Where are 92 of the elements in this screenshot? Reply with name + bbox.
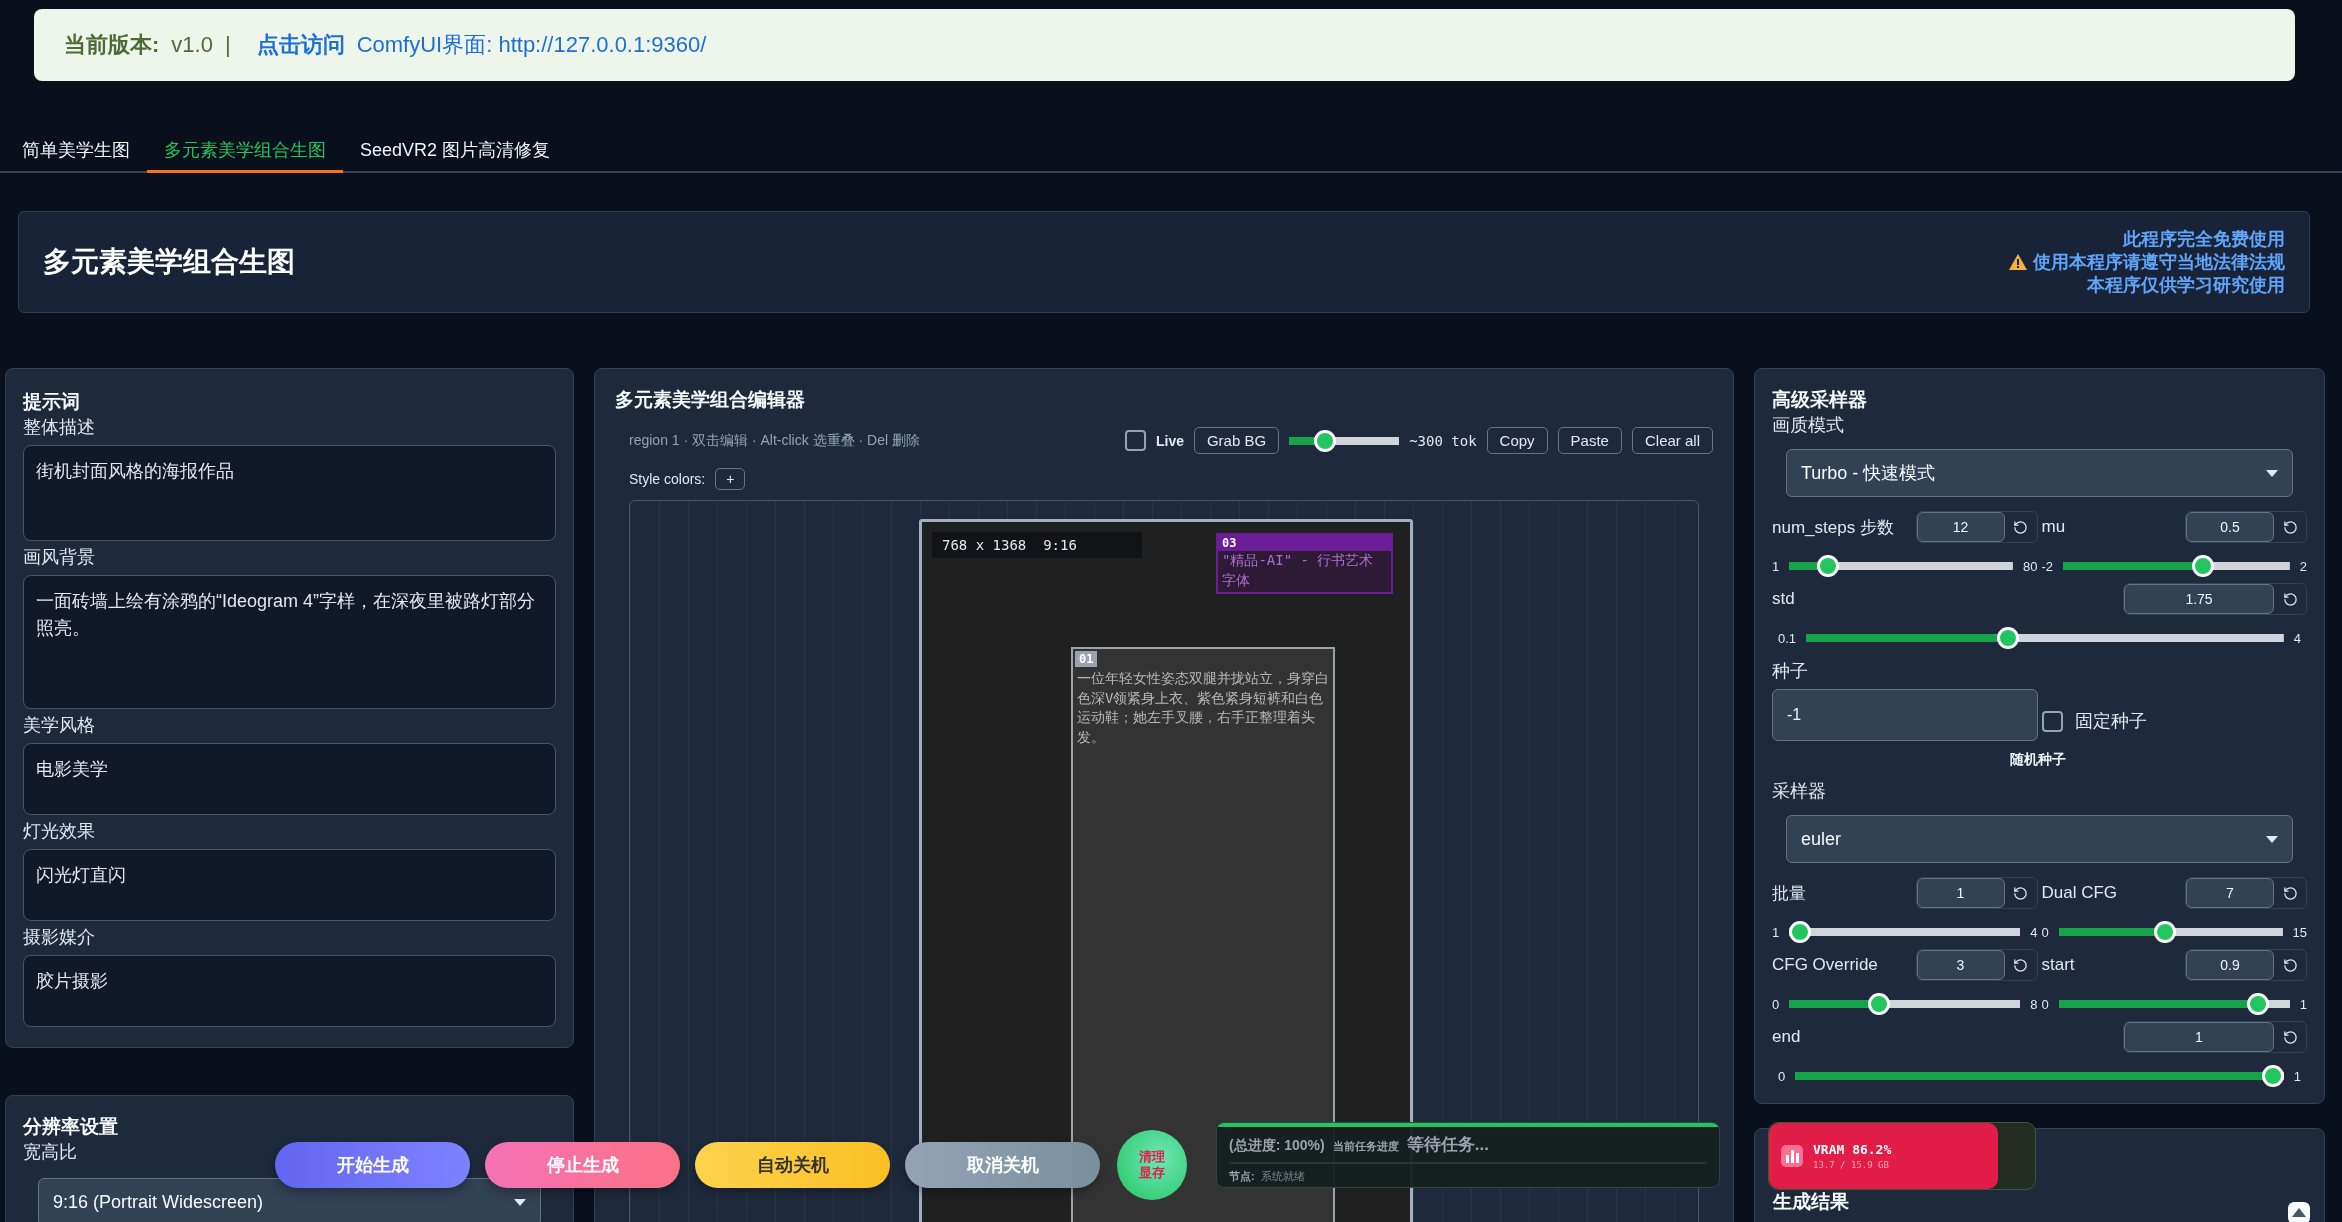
number-input[interactable]: 1	[2124, 1022, 2274, 1052]
slider-max: 8	[2030, 996, 2038, 1012]
number-input[interactable]: 12	[1916, 512, 2005, 542]
tab[interactable]: SeedVR2 图片高清修复	[343, 130, 568, 173]
param-label: std	[1772, 589, 1795, 609]
slider-min: -2	[2041, 558, 2054, 574]
notice-line: 使用本程序请遵守当地法律法规	[2009, 250, 2285, 274]
toolbar-button[interactable]: Paste	[1557, 427, 1622, 454]
field-label: 种子	[1772, 660, 1809, 683]
field-label: 灯光效果	[23, 820, 96, 843]
slider-min: 0	[2041, 996, 2049, 1012]
token-estimate: ~300 tok	[1409, 432, 1477, 449]
notice-line: 此程序完全免费使用	[2123, 227, 2285, 251]
slider-max: 1	[2299, 996, 2307, 1012]
slider-min: 0	[2041, 924, 2049, 940]
toolbar-button[interactable]: Clear all	[1631, 427, 1713, 454]
field-label: 摄影媒介	[23, 926, 96, 949]
panel-title: 提示词	[23, 390, 80, 414]
region-text: 一位年轻女性姿态双腿并拢站立，身穿白色深V领紧身上衣、紫色紧身短裤和白色运动鞋；她左手叉腰，右手正整理着头发。	[1076, 669, 1330, 747]
panel-title: 生成结果	[1771, 1190, 1849, 1214]
slider-min: 1	[1772, 558, 1780, 574]
add-color-button[interactable]: +	[715, 468, 746, 490]
aspect-dropdown[interactable]: 9:16 (Portrait Widescreen)	[38, 1178, 541, 1222]
number-input[interactable]: 1.75	[2124, 584, 2274, 614]
grab-bg-button[interactable]: Grab BG	[1193, 427, 1280, 454]
number-input[interactable]: 1	[1916, 878, 2005, 908]
param-label: CFG Override	[1772, 955, 1878, 975]
field-label: 整体描述	[23, 416, 96, 439]
param-label: Dual CFG	[2041, 883, 2118, 903]
slider-min: 1	[1772, 924, 1780, 940]
notice-line: 本程序仅供学习研究使用	[2087, 273, 2285, 297]
toolbar-button[interactable]: Copy	[1486, 427, 1548, 454]
canvas-info: 768 x 1368 9:16	[932, 532, 1142, 558]
tab[interactable]: 简单美学生图	[5, 130, 147, 173]
vram-detail: 13.7 / 15.9 GB	[1813, 1160, 1890, 1170]
slider-max: 4	[2030, 924, 2038, 940]
text-area[interactable]: 街机封面风格的海报作品	[23, 445, 556, 541]
seed-input[interactable]: -1	[1772, 689, 2038, 741]
random-seed-text: 随机种子	[2008, 751, 2066, 769]
version-label: 当前版本:	[64, 31, 160, 59]
field-label: 画质模式	[1772, 414, 1845, 437]
link-prefix: 点击访问	[256, 31, 345, 59]
total-progress: (总进度: 100%)	[1229, 1137, 1325, 1155]
number-input[interactable]: 3	[1916, 950, 2005, 980]
param-label: num_steps 步数	[1772, 516, 1894, 539]
field-label: 采样器	[1772, 780, 1827, 803]
separator-text: |	[224, 32, 231, 58]
param-label: start	[2041, 955, 2075, 975]
field-label: 画风背景	[23, 546, 96, 569]
hint-text: region 1 · 双击编辑 · Alt-click 选重叠 · Del 删除	[629, 431, 920, 450]
panel-title: 多元素美学组合编辑器	[615, 388, 805, 412]
style-colors-label: Style colors:	[629, 471, 706, 487]
checkbox-label: Live	[1155, 432, 1184, 449]
number-input[interactable]: 0.5	[2186, 512, 2274, 542]
tab[interactable]: 多元素美学组合生图	[147, 130, 343, 173]
text-area[interactable]: 闪光灯直闪	[23, 849, 556, 921]
comfyui-link[interactable]: ComfyUI界面: http://127.0.0.1:9360/	[356, 30, 707, 60]
sampler-dropdown[interactable]: euler	[1786, 815, 2293, 863]
param-label: end	[1772, 1027, 1801, 1047]
node-label: 节点:	[1229, 1169, 1255, 1184]
vram-label: VRAM 86.2%	[1813, 1142, 1892, 1157]
field-label: 美学风格	[23, 714, 96, 737]
region-text: "精品-AI" - 行书艺术字体	[1221, 551, 1375, 590]
param-label: mu	[2041, 517, 2066, 537]
text-area[interactable]: 一面砖墙上绘有涂鸦的“Ideogram 4”字样，在深夜里被路灯部分照亮。	[23, 575, 556, 709]
number-input[interactable]: 0.9	[2186, 950, 2274, 980]
field-label: 宽高比	[23, 1141, 78, 1164]
checkbox-label: 固定种子	[2074, 710, 2147, 733]
slider-max: 4	[2293, 630, 2301, 646]
number-input[interactable]: 7	[2186, 878, 2274, 908]
text-area[interactable]: 胶片摄影	[23, 955, 556, 1027]
panel-title: 分辨率设置	[23, 1115, 118, 1139]
quality-dropdown[interactable]: Turbo - 快速模式	[1786, 449, 2293, 497]
slider-min: 0.1	[1778, 630, 1797, 646]
slider-max: 1	[2293, 1068, 2301, 1084]
region-tag: 01	[1075, 651, 1098, 667]
slider-max: 2	[2299, 558, 2307, 574]
panel-title: 高级采样器	[1772, 388, 1867, 412]
slider-min: 0	[1772, 996, 1780, 1012]
slider-min: 0	[1778, 1068, 1786, 1084]
status-text: 等待任务...	[1406, 1134, 1489, 1156]
text-area[interactable]: 电影美学	[23, 743, 556, 815]
version-text: v1.0	[171, 32, 213, 58]
action-button[interactable]: 开始生成	[275, 1142, 470, 1188]
slider-max: 80	[2023, 558, 2038, 574]
page-title: 多元素美学组合生图	[43, 245, 295, 279]
region-box[interactable]: 03 "精品-AI" - 行书艺术字体	[1216, 533, 1393, 594]
action-button[interactable]: 自动关机	[695, 1142, 890, 1188]
node-value: 系统就绪	[1260, 1169, 1305, 1184]
current-progress-label: 当前任务进度	[1332, 1139, 1399, 1154]
slider-max: 15	[2292, 924, 2307, 940]
param-label: 批量	[1772, 882, 1806, 905]
